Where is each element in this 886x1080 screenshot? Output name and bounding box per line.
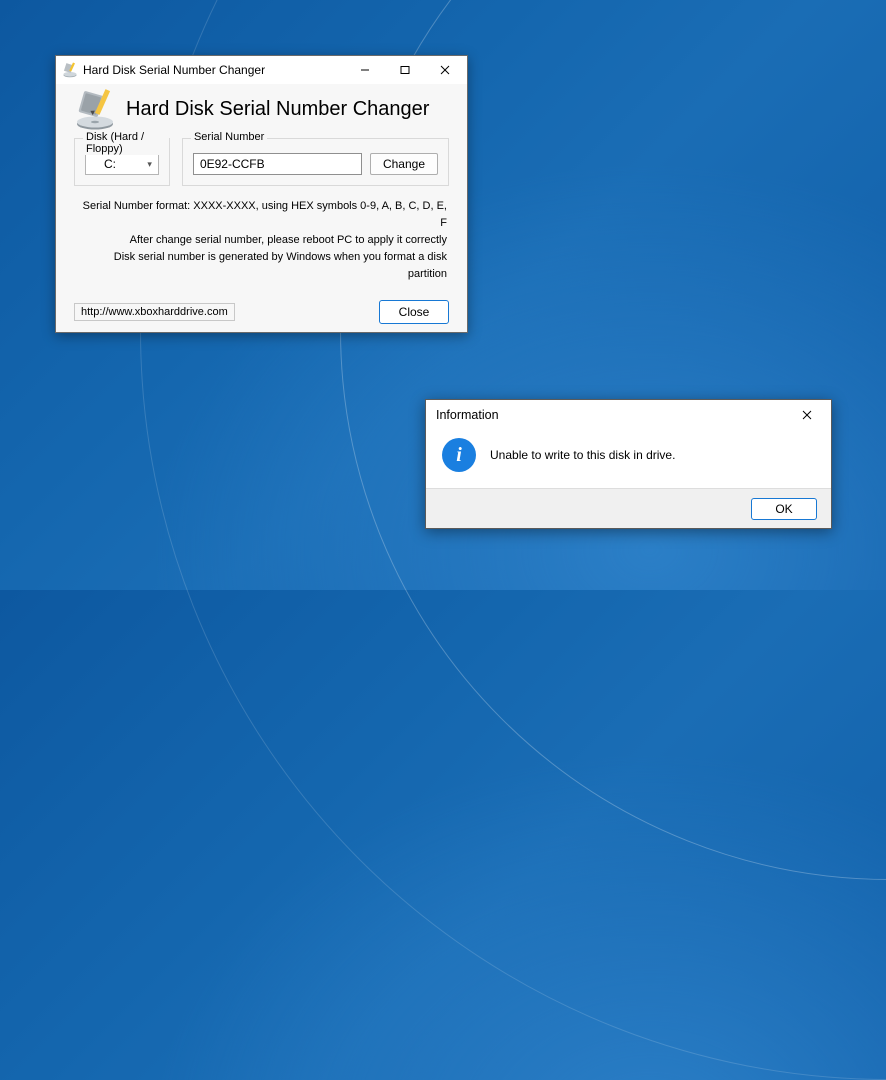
serial-input[interactable] (193, 153, 362, 175)
disk-select[interactable]: C: ▾ (85, 153, 159, 175)
disk-select-value: C: (104, 157, 116, 171)
dialog-message: Unable to write to this disk in drive. (490, 448, 675, 462)
dialog-close-button[interactable] (785, 400, 829, 430)
app-small-icon (62, 62, 78, 78)
info-line: After change serial number, please reboo… (76, 232, 447, 249)
app-heading: Hard Disk Serial Number Changer (126, 98, 429, 121)
dialog-title-bar: Information (426, 400, 831, 430)
dialog-title: Information (436, 408, 499, 422)
info-text-block: Serial Number format: XXXX-XXXX, using H… (56, 186, 467, 287)
maximize-button[interactable] (385, 56, 425, 84)
header-row: Hard Disk Serial Number Changer (56, 84, 467, 138)
disk-group-label: Disk (Hard / Floppy) (83, 131, 169, 155)
info-icon: i (442, 438, 476, 472)
close-button[interactable]: Close (379, 300, 449, 324)
serial-group: Serial Number Change (182, 138, 449, 186)
serial-group-label: Serial Number (191, 131, 267, 143)
url-link[interactable]: http://www.xboxharddrive.com (74, 303, 235, 321)
chevron-down-icon: ▾ (147, 159, 152, 170)
window-title: Hard Disk Serial Number Changer (83, 63, 265, 77)
change-button[interactable]: Change (370, 153, 438, 175)
info-line: Serial Number format: XXXX-XXXX, using H… (76, 198, 447, 232)
app-large-icon (74, 88, 116, 130)
ok-button[interactable]: OK (751, 498, 817, 520)
window-close-button[interactable] (425, 56, 465, 84)
info-line: Disk serial number is generated by Windo… (76, 249, 447, 283)
main-window: Hard Disk Serial Number Changer Hard Dis… (55, 55, 468, 333)
information-dialog: Information i Unable to write to this di… (425, 399, 832, 529)
disk-group: Disk (Hard / Floppy) C: ▾ (74, 138, 170, 186)
title-bar: Hard Disk Serial Number Changer (56, 56, 467, 84)
minimize-button[interactable] (345, 56, 385, 84)
